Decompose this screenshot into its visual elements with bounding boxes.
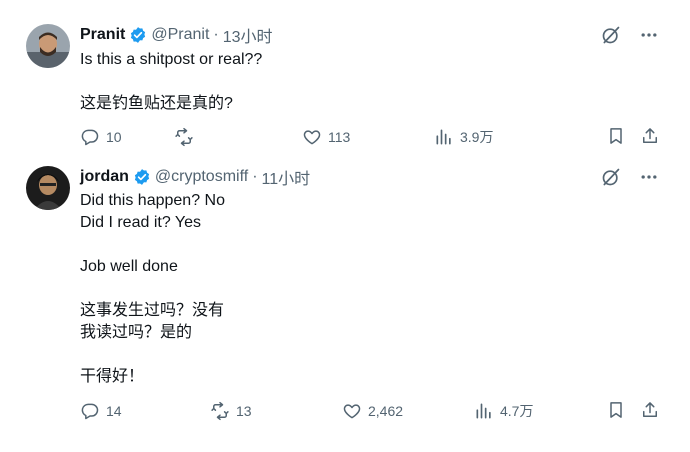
views-count: 3.9万 — [460, 129, 494, 145]
tweet-line: 干得好！ — [80, 368, 145, 385]
reply-button[interactable]: 14 — [80, 401, 210, 421]
reply-count: 14 — [106, 403, 122, 419]
like-button[interactable]: 113 — [302, 127, 434, 147]
action-bar: 14 13 2,462 4.7万 — [80, 400, 660, 422]
like-icon — [303, 130, 321, 145]
views-count: 4.7万 — [500, 403, 534, 419]
action-bar: 10 113 3.9万 — [80, 126, 660, 148]
tweet-top-actions — [600, 24, 660, 46]
bookmark-icon[interactable] — [606, 400, 626, 423]
tweet-text: Did this happen? No Did I read it? Yes J… — [80, 190, 225, 388]
separator-dot: · — [213, 26, 219, 43]
share-icon[interactable] — [640, 126, 660, 149]
bookmark-icon[interactable] — [606, 126, 626, 149]
grok-icon[interactable] — [600, 166, 622, 188]
grok-icon[interactable] — [600, 24, 622, 46]
like-icon — [343, 404, 361, 419]
repost-icon — [175, 127, 193, 147]
timestamp[interactable]: 11小时 — [262, 165, 311, 189]
views-button[interactable]: 4.7万 — [474, 401, 533, 421]
more-icon[interactable] — [638, 24, 660, 46]
repost-icon — [211, 401, 229, 421]
tweet-line: 这事发生过吗？没有 — [80, 302, 225, 319]
tweet-text: Is this a shitpost or real?? 这是钓鱼贴还是真的? — [80, 49, 262, 115]
author-handle[interactable]: @cryptosmiff — [155, 168, 248, 186]
repost-button[interactable] — [174, 127, 302, 147]
share-icon[interactable] — [640, 400, 660, 423]
like-button[interactable]: 2,462 — [342, 401, 474, 421]
tweet-line: Job well done — [80, 258, 178, 275]
verified-badge-icon — [129, 26, 147, 44]
tweet[interactable]: Pranit @Pranit · 13小时 Is this a shitpost… — [0, 18, 690, 166]
reply-icon — [81, 403, 99, 420]
repost-count: 13 — [236, 403, 252, 419]
reply-button[interactable]: 10 — [80, 127, 174, 147]
avatar[interactable] — [26, 24, 70, 68]
tweet-line: Is this a shitpost or real?? — [80, 51, 263, 68]
views-button[interactable]: 3.9万 — [434, 127, 493, 147]
more-icon[interactable] — [638, 166, 660, 188]
tweet-line: 这是钓鱼贴还是真的? — [80, 95, 233, 112]
tweet-line: Did I read it? Yes — [80, 214, 201, 231]
like-count: 2,462 — [368, 403, 404, 419]
views-icon — [476, 403, 491, 419]
tweet[interactable]: jordan @cryptosmiff · 11小时 Did this happ… — [0, 160, 690, 452]
timestamp[interactable]: 13小时 — [223, 23, 273, 47]
author-name[interactable]: jordan — [80, 168, 129, 186]
tweet-top-actions — [600, 166, 660, 188]
separator-dot: · — [252, 168, 258, 185]
tweet-line: Did this happen? No — [80, 192, 225, 209]
reply-count: 10 — [106, 129, 122, 145]
verified-badge-icon — [133, 168, 151, 186]
tweet-line: 我读过吗？是的 — [80, 324, 193, 341]
tweet-header: jordan @cryptosmiff · 11小时 — [80, 165, 311, 189]
author-name[interactable]: Pranit — [80, 26, 125, 44]
tweet-header: Pranit @Pranit · 13小时 — [80, 23, 273, 47]
views-icon — [436, 129, 451, 145]
like-count: 113 — [328, 129, 351, 145]
author-handle[interactable]: @Pranit — [151, 26, 209, 44]
repost-button[interactable]: 13 — [210, 401, 342, 421]
avatar[interactable] — [26, 166, 70, 210]
reply-icon — [81, 129, 99, 146]
right-actions — [606, 126, 660, 149]
right-actions — [606, 400, 660, 423]
